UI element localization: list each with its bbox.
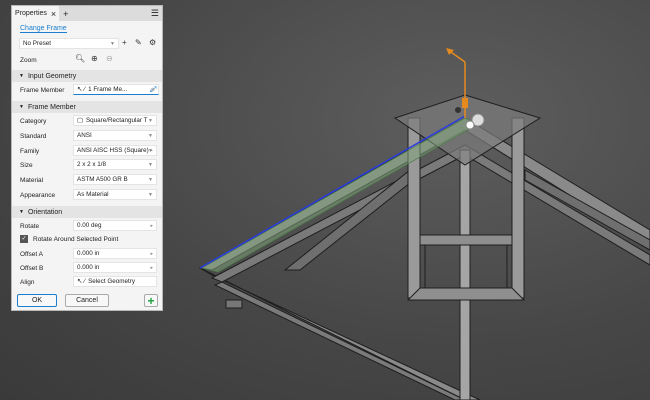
cancel-button[interactable]: Cancel	[65, 294, 109, 307]
offset-a-input[interactable]: 0.000 in ▸	[73, 248, 157, 259]
chevron-down-icon: ▼	[148, 176, 153, 183]
chevron-down-icon: ▼	[148, 132, 153, 139]
offset-b-label: Offset B	[20, 265, 44, 272]
section-title: Input Geometry	[27, 72, 77, 80]
frame-preview	[200, 117, 479, 273]
hamburger-menu-icon[interactable]: ☰	[151, 8, 159, 19]
section-frame-member[interactable]: ▼ Frame Member	[12, 101, 162, 113]
tab-label: Properties	[15, 10, 47, 17]
family-label: Family	[20, 148, 40, 155]
offset-a-label: Offset A	[20, 251, 44, 258]
chevron-down-icon: ▼	[110, 40, 115, 47]
material-value: ASTM A500 GR B	[77, 176, 128, 183]
collapse-icon: ▼	[19, 73, 24, 79]
section-orientation[interactable]: ▼ Orientation	[12, 206, 162, 218]
change-frame-link[interactable]: Change Frame	[20, 25, 67, 33]
frame-member-selector[interactable]: ↖ ∕ 1 Frame Me... ⊗	[73, 84, 159, 95]
tab-properties[interactable]: Properties ×	[12, 6, 60, 21]
apply-add-button[interactable]: +	[144, 293, 158, 308]
chevron-down-icon: ▼	[148, 117, 153, 124]
flip-icon[interactable]: ⤢	[150, 85, 156, 95]
family-dropdown[interactable]: ANSI AISC HSS (Square) - ▼	[73, 145, 157, 156]
material-dropdown[interactable]: ASTM A500 GR B ▼	[73, 174, 157, 185]
chevron-down-icon: ▼	[148, 191, 153, 198]
size-value: 2 x 2 x 1/8	[77, 161, 107, 168]
ok-button[interactable]: OK	[17, 294, 57, 307]
align-selector[interactable]: ↖ ∕ Select Geometry	[73, 276, 157, 287]
standard-dropdown[interactable]: ANSI ▼	[73, 130, 157, 141]
category-value: Square/Rectangular T	[85, 117, 148, 124]
zoom-label: Zoom	[20, 57, 37, 64]
appearance-value: As Material	[77, 191, 109, 198]
gear-icon[interactable]: ⚙	[149, 38, 156, 47]
plus-icon: +	[147, 293, 155, 308]
collapse-icon: ▼	[19, 209, 24, 215]
material-label: Material	[20, 177, 44, 184]
chevron-down-icon: ▼	[148, 161, 153, 168]
chevron-right-icon[interactable]: ▸	[150, 251, 153, 257]
chevron-right-icon[interactable]: ▸	[150, 223, 153, 229]
appearance-dropdown[interactable]: As Material ▼	[73, 189, 157, 200]
rotate-input[interactable]: 0.00 deg ▸	[73, 220, 157, 231]
section-title: Orientation	[27, 208, 63, 216]
offset-b-value: 0.000 in	[77, 264, 100, 271]
standard-value: ANSI	[77, 132, 92, 139]
zoom-fit-icon[interactable]: 🔍︎	[75, 54, 85, 63]
rotate-around-label: Rotate Around Selected Point	[33, 236, 119, 243]
category-label: Category	[20, 118, 47, 125]
square-profile-icon: ▢	[77, 117, 83, 124]
preset-value: No Preset	[23, 40, 51, 47]
family-value: ANSI AISC HSS (Square) -	[77, 147, 153, 154]
add-tab-icon[interactable]: +	[63, 9, 68, 19]
appearance-label: Appearance	[20, 192, 56, 199]
cursor-icon: ↖ ∕	[77, 86, 86, 93]
section-title: Frame Member	[27, 103, 76, 111]
align-value: Select Geometry	[88, 278, 135, 285]
panel-tab-bar: Properties × + ☰	[12, 6, 162, 21]
offset-b-input[interactable]: 0.000 in ▸	[73, 262, 157, 273]
rotate-around-checkbox[interactable]: ✓	[20, 235, 28, 243]
standard-label: Standard	[20, 133, 47, 140]
close-icon[interactable]: ×	[51, 9, 56, 19]
edit-preset-icon[interactable]: ✎	[135, 38, 142, 47]
chevron-right-icon[interactable]: ▸	[150, 265, 153, 271]
size-label: Size	[20, 162, 33, 169]
zoom-in-icon[interactable]: ⊕	[91, 54, 98, 63]
frame-member-value: 1 Frame Me...	[88, 86, 128, 93]
chevron-down-icon: ▼	[148, 147, 153, 154]
rotate-value: 0.00 deg	[77, 222, 102, 229]
align-label: Align	[20, 279, 35, 286]
cursor-icon: ↖ ∕	[77, 278, 86, 285]
frame-member-label: Frame Member	[20, 87, 65, 94]
add-preset-icon[interactable]: +	[122, 38, 127, 47]
zoom-out-icon[interactable]: ⊖	[106, 54, 113, 63]
preset-dropdown[interactable]: No Preset ▼	[19, 38, 119, 49]
category-dropdown[interactable]: ▢ Square/Rectangular T ▼	[73, 115, 157, 126]
offset-a-value: 0.000 in	[77, 250, 100, 257]
collapse-icon: ▼	[19, 104, 24, 110]
section-input-geometry[interactable]: ▼ Input Geometry	[12, 70, 162, 82]
size-dropdown[interactable]: 2 x 2 x 1/8 ▼	[73, 159, 157, 170]
rotate-label: Rotate	[20, 223, 40, 230]
properties-panel: Properties × + ☰ Change Frame No Preset ▼ …	[11, 5, 163, 311]
